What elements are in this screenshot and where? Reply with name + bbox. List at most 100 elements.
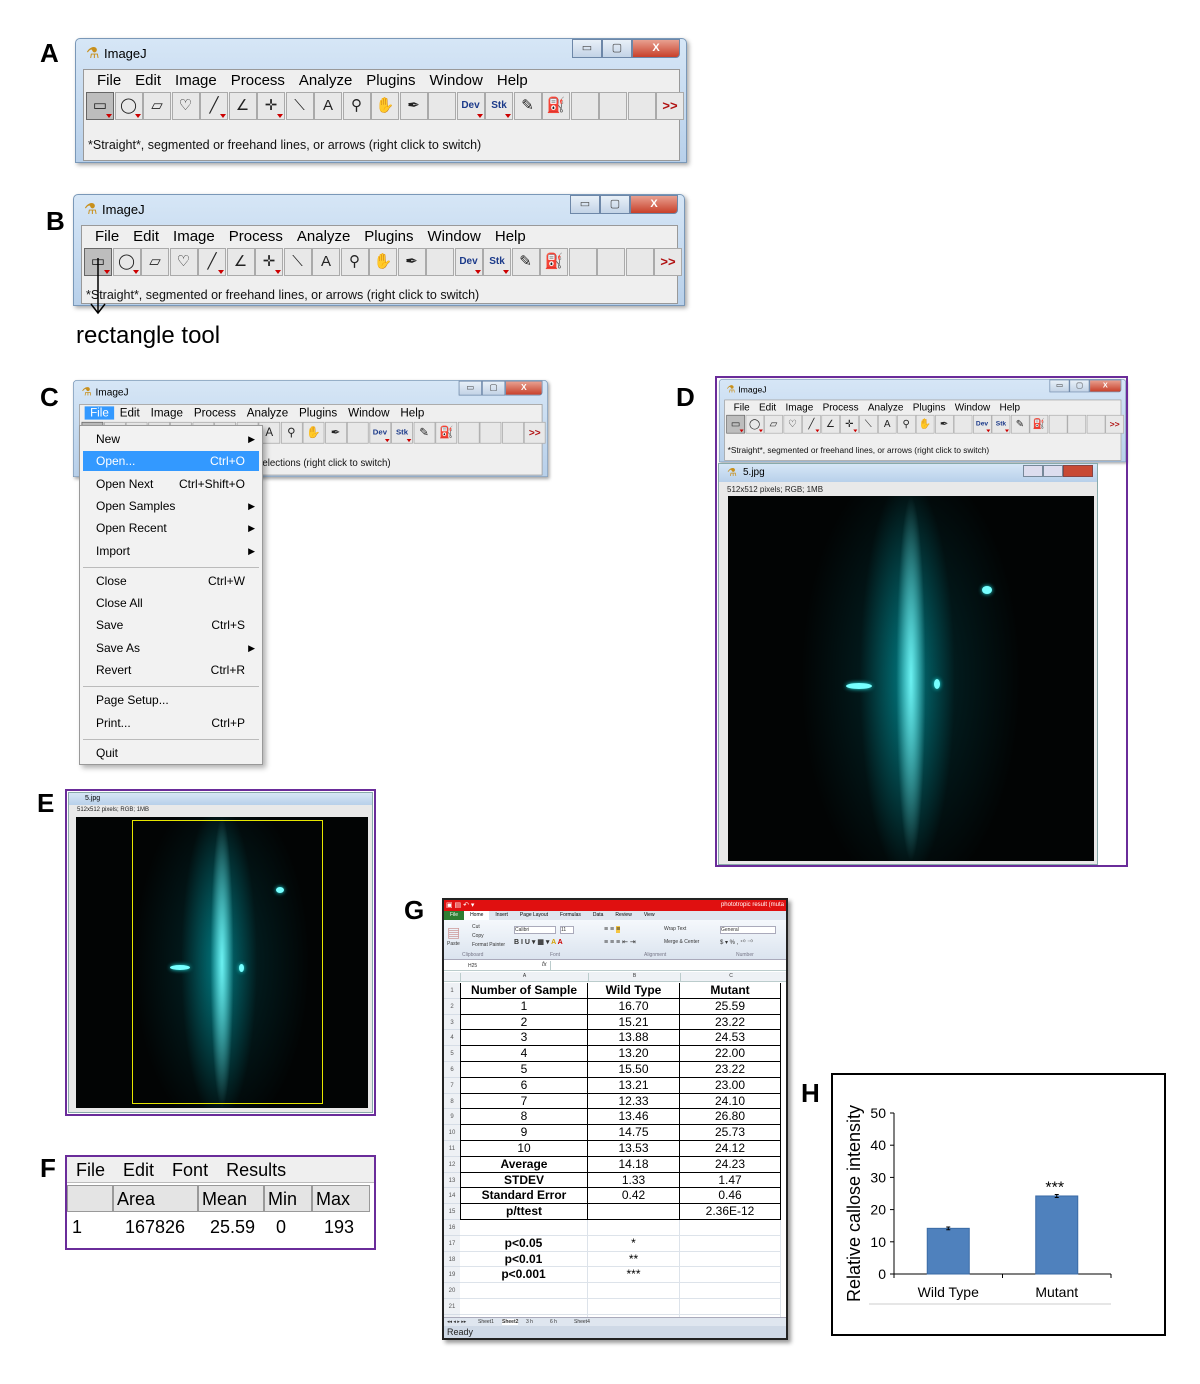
row-number[interactable]: 16 <box>444 1220 460 1236</box>
column-header-c[interactable]: C <box>680 973 781 982</box>
cell[interactable]: 0.42 <box>588 1188 680 1205</box>
cell[interactable] <box>460 1220 588 1236</box>
cell[interactable] <box>680 1251 781 1268</box>
tool-button-blank[interactable] <box>627 92 656 120</box>
cell[interactable] <box>460 1299 588 1315</box>
tool-button-more-tools[interactable]: >> <box>656 92 684 120</box>
cell[interactable] <box>588 1283 680 1299</box>
tool-button-brush[interactable]: ✎ <box>513 92 542 120</box>
tool-button-blank[interactable] <box>597 248 625 276</box>
menu-help[interactable]: Help <box>490 72 535 89</box>
tool-button-oval[interactable]: ◯ <box>114 92 143 120</box>
ribbon-tab-file[interactable]: File <box>444 911 465 920</box>
close-button[interactable]: X <box>505 380 543 396</box>
tool-button-polygon[interactable]: ▱ <box>141 248 169 276</box>
ribbon-tab-formulas[interactable]: Formulas <box>554 911 587 920</box>
menu-item-import[interactable]: Import ▶ <box>83 541 259 561</box>
cell[interactable]: 13.21 <box>588 1077 680 1094</box>
menu-file[interactable]: File <box>84 406 115 420</box>
tool-button-blank[interactable] <box>568 248 597 276</box>
cell[interactable]: 1.33 <box>588 1172 680 1189</box>
results-menu-font[interactable]: Font <box>172 1157 208 1182</box>
menu-item-quit[interactable]: Quit <box>83 743 259 763</box>
row-number[interactable]: 8 <box>444 1093 460 1110</box>
menu-item-save-as[interactable]: Save As ▶ <box>83 638 259 658</box>
cell[interactable]: 1.47 <box>680 1172 781 1189</box>
cell[interactable]: 0.46 <box>680 1188 781 1205</box>
formula-input[interactable] <box>550 961 784 970</box>
row-number[interactable]: 12 <box>444 1156 460 1173</box>
cell[interactable] <box>680 1220 781 1236</box>
column-header[interactable]: Max <box>312 1185 370 1212</box>
menu-analyze[interactable]: Analyze <box>290 228 357 245</box>
column-header[interactable]: Area <box>113 1185 198 1212</box>
rectangle-selection[interactable] <box>132 820 323 1104</box>
row-number[interactable]: 10 <box>444 1125 460 1141</box>
menu-process[interactable]: Process <box>224 72 292 89</box>
menu-analyze[interactable]: Analyze <box>292 72 359 89</box>
tool-button-stk[interactable]: Stk <box>485 92 513 120</box>
tool-button-magnifier[interactable]: ⚲ <box>342 92 371 120</box>
tool-button-point[interactable]: ✛ <box>255 248 283 276</box>
menu-plugins[interactable]: Plugins <box>359 72 422 89</box>
ribbon-tab-data[interactable]: Data <box>587 911 610 920</box>
tool-button-freehand[interactable]: ♡ <box>171 92 200 120</box>
row-number[interactable]: 11 <box>444 1141 460 1157</box>
menu-item-open-next[interactable]: Open Next Ctrl+Shift+O <box>83 474 259 494</box>
copy-button[interactable]: Copy <box>472 933 484 939</box>
menu-plugins[interactable]: Plugins <box>357 228 420 245</box>
tool-button-dev[interactable]: Dev <box>454 248 483 276</box>
tool-button-stk[interactable]: Stk <box>483 248 511 276</box>
tool-button-text[interactable]: A <box>312 248 340 276</box>
cell[interactable]: 5 <box>460 1062 588 1078</box>
minimize-button[interactable] <box>1023 465 1043 477</box>
sheet-tab[interactable]: 3 h <box>526 1319 533 1325</box>
cell[interactable]: 9 <box>460 1125 588 1141</box>
menu-window[interactable]: Window <box>423 72 490 89</box>
cell[interactable] <box>680 1283 781 1299</box>
row-number[interactable]: 1 <box>444 983 460 999</box>
tool-button-bucket[interactable]: ⛽ <box>542 92 570 120</box>
name-box[interactable]: H25 <box>468 963 477 969</box>
row-number[interactable]: 7 <box>444 1077 460 1094</box>
cell[interactable]: 6 <box>460 1077 588 1094</box>
menu-help[interactable]: Help <box>488 228 533 245</box>
column-header-b[interactable]: B <box>588 973 680 982</box>
cell[interactable]: 24.53 <box>680 1030 781 1047</box>
font-size-select[interactable]: 11 <box>560 926 574 934</box>
tool-button-wand[interactable]: ⟍ <box>285 92 314 120</box>
tool-button-brush[interactable]: ✎ <box>511 248 540 276</box>
tool-button-blank[interactable] <box>599 92 627 120</box>
cell[interactable]: 24.23 <box>680 1156 781 1173</box>
menu-item-open-samples[interactable]: Open Samples ▶ <box>83 496 259 516</box>
tool-button-blank[interactable] <box>426 248 454 276</box>
row-number[interactable]: 2 <box>444 998 460 1015</box>
tool-button-bucket[interactable]: ⛽ <box>435 421 458 444</box>
tool-button-dev[interactable]: Dev <box>456 92 485 120</box>
menu-window[interactable]: Window <box>421 228 488 245</box>
menu-window[interactable]: Window <box>343 406 395 419</box>
tool-button-freehand[interactable]: ♡ <box>169 248 198 276</box>
row-number[interactable]: 18 <box>444 1251 460 1268</box>
tool-button-brush[interactable]: ✎ <box>413 421 436 444</box>
maximize-button[interactable] <box>1043 465 1063 477</box>
ribbon-tab-insert[interactable]: Insert <box>489 911 514 920</box>
cell[interactable]: 12.33 <box>588 1093 680 1110</box>
tool-button-dropper[interactable]: ✒ <box>399 92 428 120</box>
tool-button-wand[interactable]: ⟍ <box>283 248 312 276</box>
cell[interactable]: 2.36E-12 <box>680 1204 781 1220</box>
menu-analyze[interactable]: Analyze <box>241 406 293 419</box>
cell[interactable]: p/ttest <box>460 1204 588 1220</box>
cut-button[interactable]: Cut <box>472 924 480 930</box>
cell[interactable]: p<0.001 <box>460 1267 588 1284</box>
ribbon-tab-home[interactable]: Home <box>464 911 490 920</box>
tool-button-blank[interactable] <box>501 421 524 444</box>
cell[interactable]: 10 <box>460 1141 588 1157</box>
cell[interactable] <box>588 1220 680 1236</box>
menu-item-new[interactable]: New ▶ <box>83 429 259 449</box>
menu-image[interactable]: Image <box>166 228 222 245</box>
tool-button-blank[interactable] <box>428 92 456 120</box>
cell[interactable]: STDEV <box>460 1172 588 1189</box>
cell[interactable] <box>680 1267 781 1284</box>
tool-button-magnifier[interactable]: ⚲ <box>280 421 303 444</box>
